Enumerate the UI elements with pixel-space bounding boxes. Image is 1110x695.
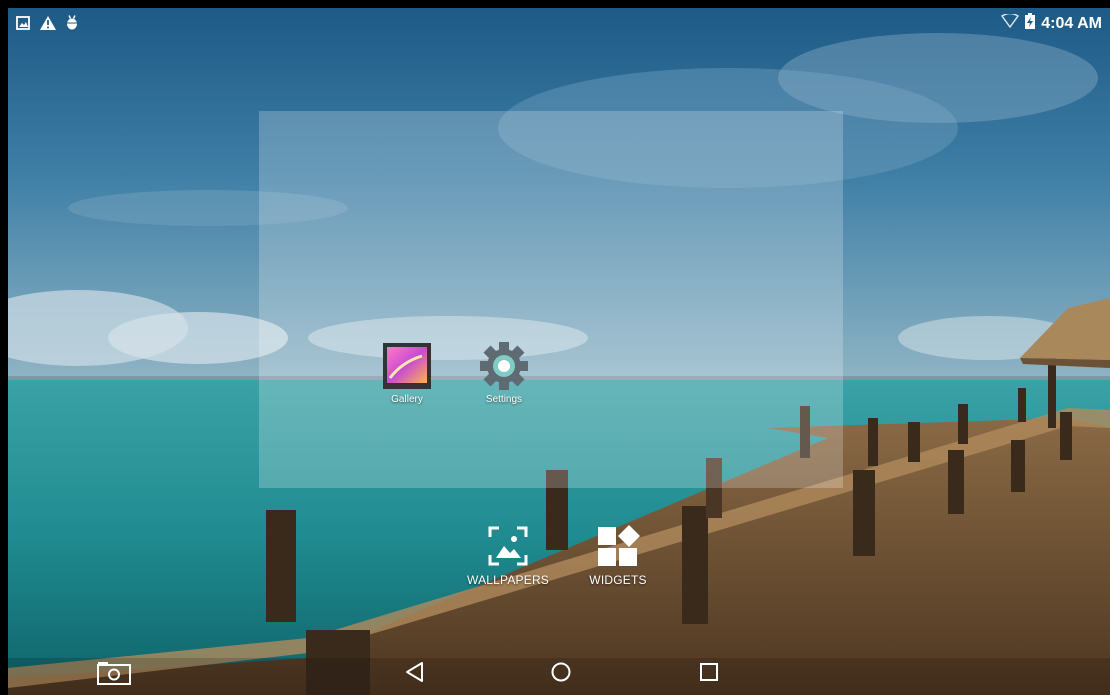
recents-icon bbox=[698, 663, 720, 687]
screenshot-icon bbox=[96, 662, 132, 690]
wallpaper-icon bbox=[463, 525, 553, 567]
battery-charging-icon bbox=[1025, 13, 1036, 34]
warning-icon bbox=[40, 15, 56, 35]
image-notification-icon bbox=[16, 15, 30, 35]
app-label: Gallery bbox=[391, 394, 423, 405]
android-debug-icon bbox=[66, 15, 78, 35]
home-button[interactable] bbox=[550, 661, 572, 688]
wallpapers-label: WALLPAPERS bbox=[466, 573, 550, 587]
wallpapers-button[interactable]: WALLPAPERS bbox=[463, 525, 553, 587]
widgets-label: WIDGETS bbox=[589, 573, 647, 587]
home-screen: 4:04 AM Gallery Settings WALLPAPERS WIDG… bbox=[8, 8, 1110, 695]
app-label: Settings bbox=[485, 394, 523, 405]
workspace-preview[interactable]: Gallery Settings bbox=[259, 111, 843, 488]
app-gallery[interactable]: Gallery bbox=[372, 342, 442, 405]
home-icon bbox=[550, 662, 572, 687]
notification-icons bbox=[16, 15, 78, 35]
recents-button[interactable] bbox=[698, 661, 720, 688]
wifi-icon bbox=[1001, 12, 1020, 33]
back-button[interactable] bbox=[404, 661, 426, 688]
app-settings[interactable]: Settings bbox=[469, 342, 539, 405]
settings-icon bbox=[469, 342, 539, 390]
screenshot-button[interactable] bbox=[96, 660, 132, 691]
back-icon bbox=[404, 662, 426, 687]
widgets-button[interactable]: WIDGETS bbox=[583, 525, 653, 587]
system-status: 4:04 AM bbox=[1001, 12, 1102, 34]
status-bar: 4:04 AM bbox=[8, 8, 1110, 38]
widgets-icon bbox=[583, 525, 653, 567]
clock: 4:04 AM bbox=[1041, 14, 1102, 32]
gallery-icon bbox=[372, 342, 442, 390]
